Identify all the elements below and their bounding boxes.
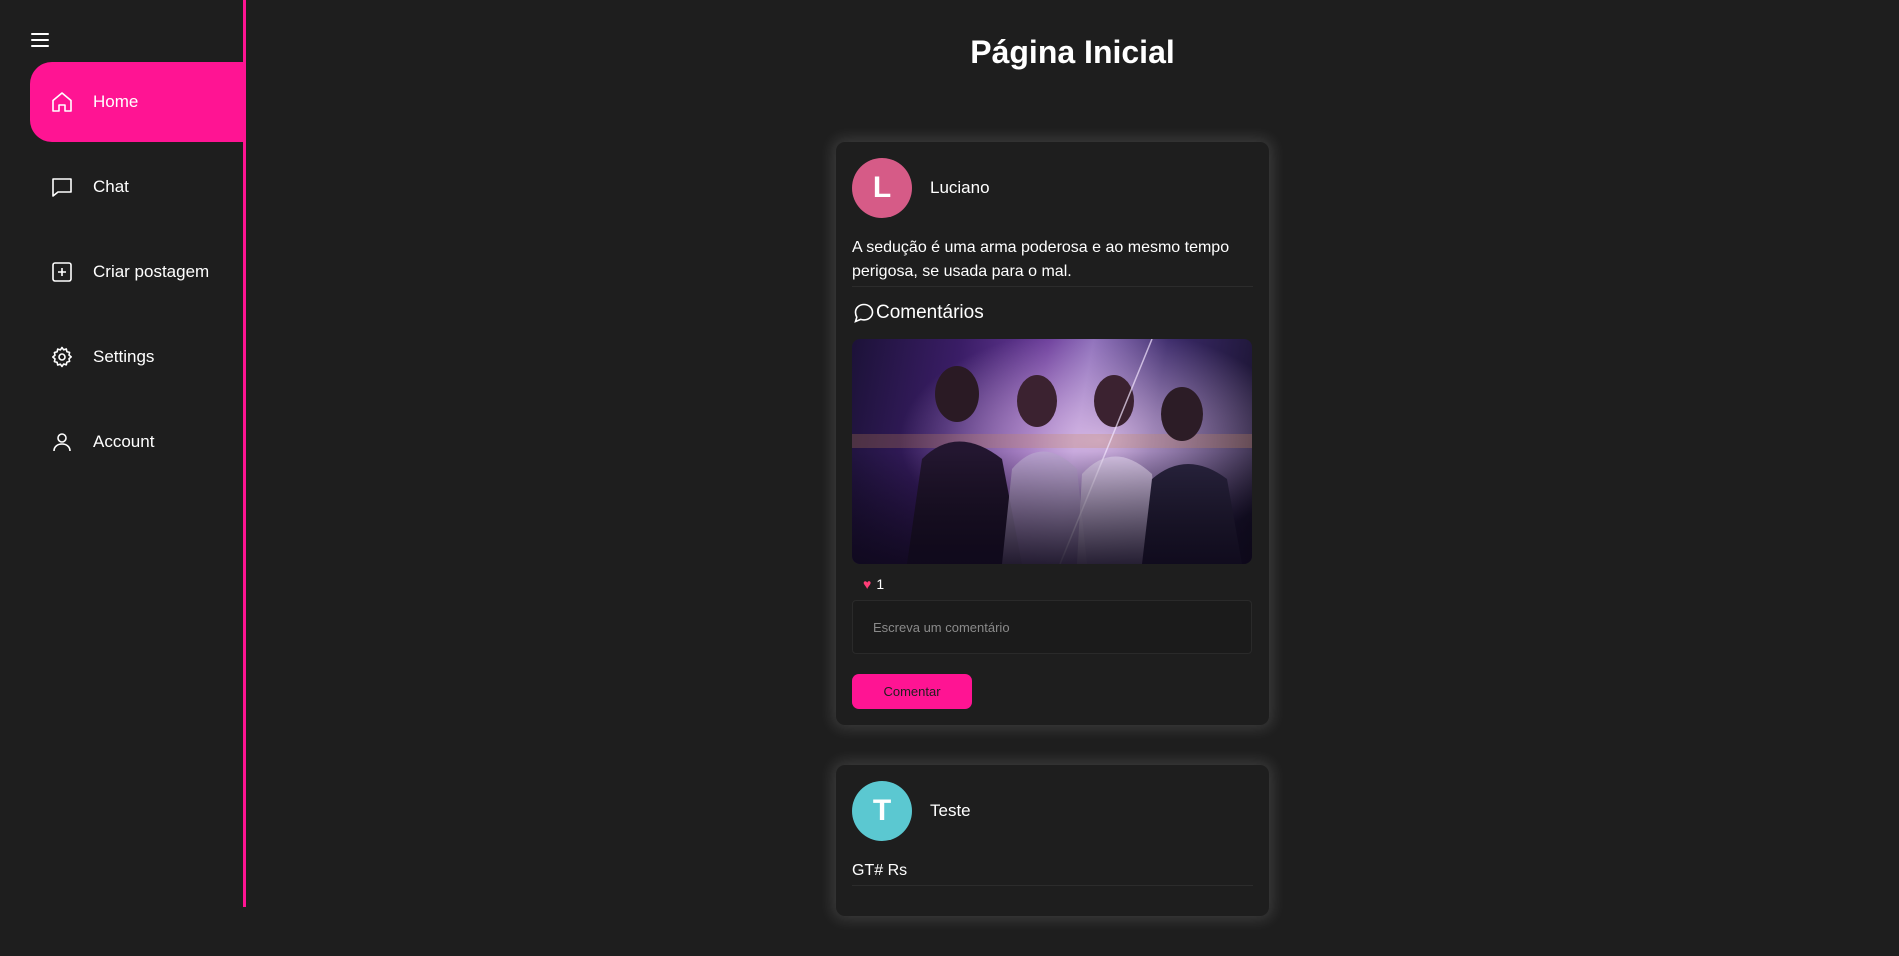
avatar[interactable]: L xyxy=(852,158,912,218)
post-text: GT# Rs xyxy=(852,862,908,879)
sidebar-item-settings[interactable]: Settings xyxy=(30,317,246,397)
post-card: T Teste GT# Rs xyxy=(836,765,1269,916)
sidebar-item-label: Chat xyxy=(93,177,129,196)
post-card: L Luciano A sedução é uma arma poderosa … xyxy=(836,142,1269,725)
plus-square-icon xyxy=(49,259,75,285)
sidebar-item-label: Home xyxy=(93,92,139,111)
comment-bubble-icon xyxy=(854,303,874,323)
comments-title: Comentários xyxy=(876,302,984,323)
comment-input[interactable] xyxy=(852,600,1252,654)
post-header: T Teste xyxy=(852,781,1253,841)
post-author[interactable]: Teste xyxy=(930,801,971,821)
divider xyxy=(852,286,1253,287)
post-text: A sedução é uma arma poderosa e ao mesmo… xyxy=(852,239,1230,280)
divider xyxy=(852,885,1253,886)
gear-icon xyxy=(49,344,75,370)
like-count: 1 xyxy=(876,576,885,592)
post-header: L Luciano xyxy=(852,158,1253,218)
post-feed: L Luciano A sedução é uma arma poderosa … xyxy=(836,142,1269,956)
sidebar-item-account[interactable]: Account xyxy=(30,402,246,482)
avatar[interactable]: T xyxy=(852,781,912,841)
sidebar: Home Chat Criar postagem Settings Accoun… xyxy=(0,0,246,907)
sidebar-item-label: Criar postagem xyxy=(93,262,210,281)
like-button[interactable]: ♥ 1 xyxy=(863,576,884,592)
chat-icon xyxy=(49,174,75,200)
sidebar-item-label: Account xyxy=(93,432,155,451)
menu-toggle-icon[interactable] xyxy=(31,29,53,51)
sidebar-item-chat[interactable]: Chat xyxy=(30,147,246,227)
comment-button[interactable]: Comentar xyxy=(852,674,972,709)
page-title: Página Inicial xyxy=(970,34,1175,70)
post-image xyxy=(852,339,1252,564)
user-icon xyxy=(49,429,75,455)
sidebar-item-criar-postagem[interactable]: Criar postagem xyxy=(30,232,246,312)
comments-toggle[interactable]: Comentários xyxy=(852,301,1253,325)
sidebar-item-home[interactable]: Home xyxy=(30,62,246,142)
heart-icon: ♥ xyxy=(863,576,872,592)
home-icon xyxy=(49,89,75,115)
sidebar-item-label: Settings xyxy=(93,347,155,366)
post-author[interactable]: Luciano xyxy=(930,178,990,198)
sidebar-nav: Home Chat Criar postagem Settings Accoun… xyxy=(30,62,246,487)
